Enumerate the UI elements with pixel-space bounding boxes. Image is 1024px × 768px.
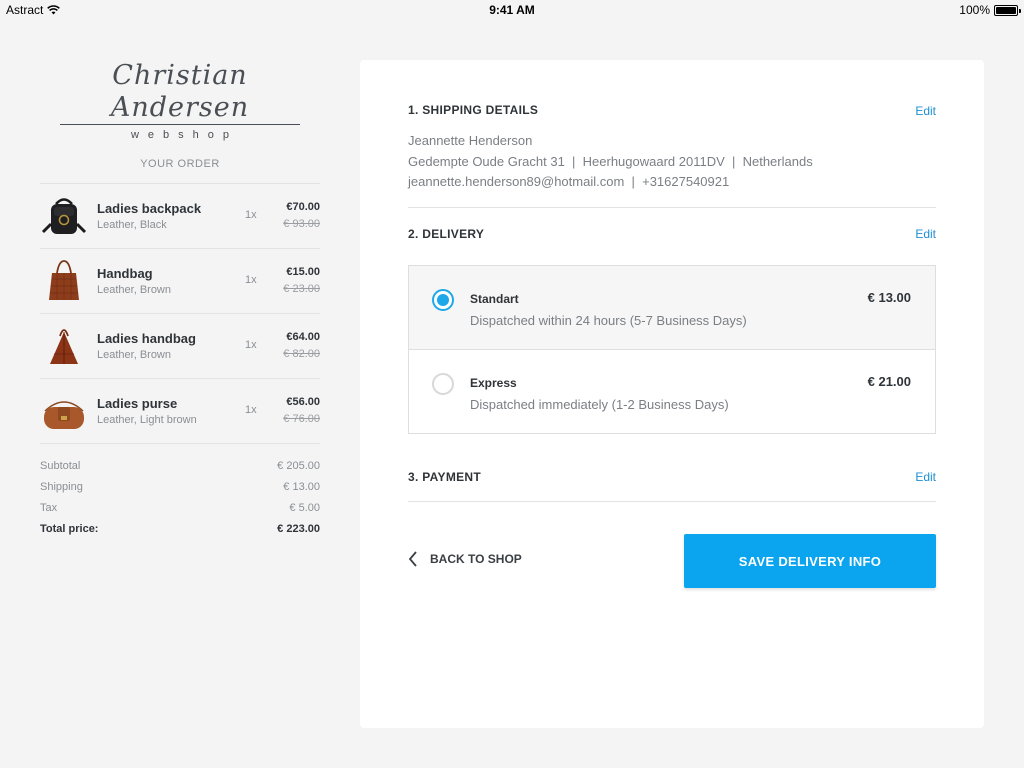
item-description: Leather, Black xyxy=(97,219,167,231)
delivery-option-express[interactable]: Express Dispatched immediately (1-2 Busi… xyxy=(409,350,935,434)
shipping-value: € 13.00 xyxy=(283,481,320,493)
total-value: € 223.00 xyxy=(277,523,320,535)
edit-delivery-link[interactable]: Edit xyxy=(915,227,936,241)
edit-payment-link[interactable]: Edit xyxy=(915,470,936,484)
purse-image xyxy=(44,401,84,429)
item-name: Ladies handbag xyxy=(97,331,196,346)
logo-divider xyxy=(60,124,300,125)
clock: 9:41 AM xyxy=(489,3,535,17)
order-heading: YOUR ORDER xyxy=(140,158,220,170)
option-name: Standart xyxy=(470,292,519,306)
item-quantity: 1x xyxy=(245,274,257,286)
total-label: Total price: xyxy=(40,523,99,535)
tax-value: € 5.00 xyxy=(289,502,320,514)
checkout-card: 1. SHIPPING DETAILS Edit Jeannette Hende… xyxy=(360,60,984,728)
brand-logo: Christian Andersen webshop xyxy=(40,60,320,141)
status-bar: Astract 9:41 AM 100% xyxy=(0,0,1024,20)
radio-selected[interactable] xyxy=(432,289,454,311)
back-to-shop-link[interactable]: BACK TO SHOP xyxy=(408,551,522,567)
shipping-address: Gedempte Oude Gracht 31 | Heerhugowaard … xyxy=(408,154,813,169)
item-name: Ladies purse xyxy=(97,396,178,411)
delivery-title: 2. DELIVERY xyxy=(408,227,485,241)
option-description: Dispatched immediately (1-2 Business Day… xyxy=(470,397,729,412)
order-summary: Christian Andersen webshop YOUR ORDER La… xyxy=(40,60,320,544)
option-name: Express xyxy=(470,376,517,390)
shipping-details-title: 1. SHIPPING DETAILS xyxy=(408,103,539,117)
shipping-row: Shipping € 13.00 xyxy=(40,481,320,502)
item-old-price: € 23.00 xyxy=(283,283,320,295)
divider xyxy=(408,207,936,208)
item-price: €70.00 xyxy=(286,201,320,213)
divider xyxy=(408,501,936,502)
option-description: Dispatched within 24 hours (5-7 Business… xyxy=(470,313,747,328)
item-price: €15.00 xyxy=(286,266,320,278)
handbag-image xyxy=(49,260,79,300)
shipping-label: Shipping xyxy=(40,481,83,493)
delivery-options: Standart Dispatched within 24 hours (5-7… xyxy=(408,265,936,434)
brand-script: Christian Andersen xyxy=(110,60,250,123)
subtotal-row: Subtotal € 205.00 xyxy=(40,460,320,481)
chevron-left-icon xyxy=(408,551,417,567)
item-name: Ladies backpack xyxy=(97,201,202,216)
back-to-shop-label: BACK TO SHOP xyxy=(430,552,522,566)
edit-shipping-link[interactable]: Edit xyxy=(915,104,936,118)
item-price: €56.00 xyxy=(286,396,320,408)
order-item[interactable]: Ladies backpack Leather, Black 1x €70.00… xyxy=(40,184,320,249)
order-item[interactable]: Handbag Leather, Brown 1x €15.00 € 23.00 xyxy=(40,249,320,314)
item-quantity: 1x xyxy=(245,209,257,221)
payment-title: 3. PAYMENT xyxy=(408,470,482,484)
save-delivery-info-button[interactable]: SAVE DELIVERY INFO xyxy=(684,534,936,588)
brand-subtitle: webshop xyxy=(130,129,239,141)
delivery-option-standart[interactable]: Standart Dispatched within 24 hours (5-7… xyxy=(409,266,935,350)
item-description: Leather, Light brown xyxy=(97,414,197,426)
battery-icon xyxy=(994,4,1021,16)
item-old-price: € 76.00 xyxy=(283,413,320,425)
item-old-price: € 82.00 xyxy=(283,348,320,360)
radio-unselected[interactable] xyxy=(432,373,454,395)
subtotal-value: € 205.00 xyxy=(277,460,320,472)
order-totals: Subtotal € 205.00 Shipping € 13.00 Tax €… xyxy=(40,460,320,544)
option-price: € 13.00 xyxy=(867,290,911,305)
subtotal-label: Subtotal xyxy=(40,460,81,472)
order-item[interactable]: Ladies handbag Leather, Brown 1x €64.00 … xyxy=(40,314,320,379)
item-description: Leather, Brown xyxy=(97,284,171,296)
item-quantity: 1x xyxy=(245,404,257,416)
item-old-price: € 93.00 xyxy=(283,218,320,230)
item-price: €64.00 xyxy=(286,331,320,343)
backpack-image xyxy=(41,198,87,234)
order-item[interactable]: Ladies purse Leather, Light brown 1x €56… xyxy=(40,379,320,444)
order-items: Ladies backpack Leather, Black 1x €70.00… xyxy=(40,183,320,444)
shipping-contact: jeannette.henderson89@hotmail.com | +316… xyxy=(408,174,730,189)
item-name: Handbag xyxy=(97,266,153,281)
ladies-handbag-image xyxy=(50,329,78,364)
total-row: Total price: € 223.00 xyxy=(40,523,320,544)
item-description: Leather, Brown xyxy=(97,349,171,361)
item-quantity: 1x xyxy=(245,339,257,351)
option-price: € 21.00 xyxy=(867,374,911,389)
tax-row: Tax € 5.00 xyxy=(40,502,320,523)
battery-percent: 100% xyxy=(959,3,990,17)
tax-label: Tax xyxy=(40,502,58,514)
shipping-name: Jeannette Henderson xyxy=(408,133,533,148)
